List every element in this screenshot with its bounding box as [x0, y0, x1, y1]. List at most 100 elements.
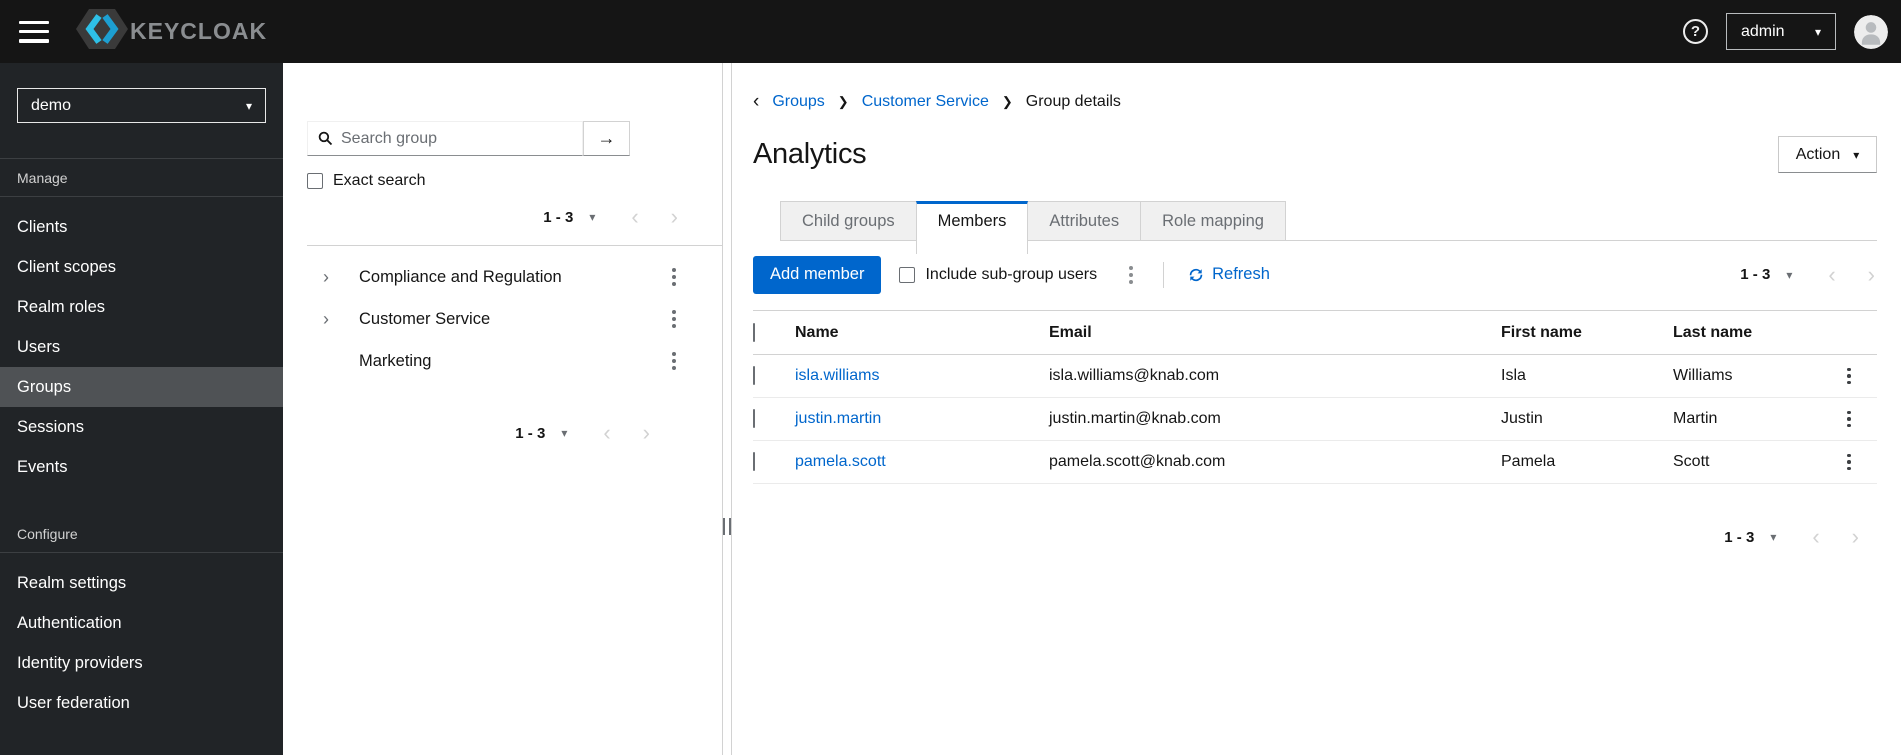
chevron-down-icon: ▾	[1814, 24, 1821, 39]
exact-search-label: Exact search	[333, 172, 426, 189]
sidebar-item-users[interactable]: Users	[0, 327, 283, 367]
pagination-range: 1 - 3	[543, 208, 574, 226]
arrow-right-icon: →	[597, 128, 616, 148]
panel-splitter[interactable]	[723, 63, 731, 755]
user-dropdown[interactable]: admin ▾	[1726, 13, 1836, 50]
previous-page-icon[interactable]: ‹	[1828, 263, 1835, 286]
chevron-down-icon: ▾	[245, 98, 252, 113]
cell-email: pamela.scott@knab.com	[1049, 440, 1501, 484]
realm-name: demo	[31, 96, 72, 114]
next-page-icon[interactable]: ›	[1868, 263, 1875, 286]
group-tree-panel: → Exact search 1 - 3 ▾ ‹ › › Compliance …	[283, 63, 723, 755]
sidebar-item-clients[interactable]: Clients	[0, 207, 283, 247]
sidebar-nav: demo ▾ Manage Clients Client scopes Real…	[0, 63, 283, 755]
row-checkbox[interactable]	[753, 366, 755, 385]
sidebar-item-sessions[interactable]: Sessions	[0, 407, 283, 447]
column-header-last-name: Last name	[1673, 310, 1827, 355]
avatar[interactable]	[1854, 14, 1888, 49]
next-page-icon[interactable]: ›	[643, 422, 650, 444]
action-dropdown-button[interactable]: Action ▾	[1778, 136, 1877, 173]
cell-email: isla.williams@knab.com	[1049, 354, 1501, 398]
sidebar-item-events[interactable]: Events	[0, 447, 283, 487]
expand-chevron-icon[interactable]: ›	[323, 309, 359, 330]
keycloak-logo: KEYCLOAK	[76, 7, 267, 56]
column-header-email: Email	[1049, 310, 1501, 355]
members-pagination-top: 1 - 3 ▾ ‹ ›	[1740, 260, 1877, 290]
breadcrumb: ‹ Groups ❯ Customer Service ❯ Group deta…	[753, 92, 1877, 111]
user-link[interactable]: justin.martin	[795, 410, 881, 427]
pagination-options-toggle-icon[interactable]: ▾	[1770, 531, 1776, 543]
include-subgroup-users-checkbox[interactable]	[899, 266, 916, 283]
group-row-compliance-and-regulation[interactable]: › Compliance and Regulation	[283, 256, 722, 298]
keycloak-logo-icon	[76, 7, 128, 56]
pagination-range: 1 - 3	[1724, 528, 1755, 546]
tab-role-mapping[interactable]: Role mapping	[1140, 201, 1286, 241]
tab-bar: Child groups Members Attributes Role map…	[780, 201, 1877, 254]
row-kebab-menu-icon[interactable]	[1827, 450, 1871, 475]
table-header-row: Name Email First name Last name	[753, 310, 1877, 355]
row-checkbox[interactable]	[753, 409, 755, 428]
divider	[1163, 261, 1165, 288]
row-kebab-menu-icon[interactable]	[1827, 364, 1871, 389]
breadcrumb-groups-link[interactable]: Groups	[772, 93, 824, 111]
next-page-icon[interactable]: ›	[1852, 526, 1859, 548]
table-row: justin.martin justin.martin@knab.com Jus…	[753, 397, 1877, 441]
user-name: admin	[1741, 22, 1785, 40]
tree-pagination-top: 1 - 3 ▾ ‹ ›	[283, 202, 722, 232]
members-pagination-bottom: 1 - 3 ▾ ‹ ›	[753, 522, 1877, 552]
cell-first-name: Justin	[1501, 397, 1673, 441]
realm-selector[interactable]: demo ▾	[17, 88, 266, 123]
column-header-name: Name	[795, 310, 1049, 355]
breadcrumb-separator-icon: ❯	[1001, 93, 1013, 109]
search-group-input[interactable]	[341, 129, 572, 148]
add-member-button[interactable]: Add member	[753, 255, 882, 294]
refresh-button[interactable]: Refresh	[1188, 265, 1270, 284]
kebab-menu-icon[interactable]	[666, 306, 682, 332]
group-row-marketing[interactable]: Marketing	[283, 340, 722, 382]
tab-members[interactable]: Members	[915, 201, 1029, 254]
hamburger-menu-icon[interactable]	[19, 20, 49, 43]
previous-page-icon[interactable]: ‹	[603, 422, 610, 444]
breadcrumb-current: Group details	[1025, 92, 1121, 110]
user-link[interactable]: isla.williams	[795, 367, 879, 384]
table-row: pamela.scott pamela.scott@knab.com Pamel…	[753, 440, 1877, 484]
sidebar-item-realm-roles[interactable]: Realm roles	[0, 287, 283, 327]
cell-last-name: Martin	[1673, 397, 1827, 441]
row-checkbox[interactable]	[753, 452, 755, 471]
breadcrumb-back-icon[interactable]: ‹	[753, 92, 759, 111]
pagination-options-toggle-icon[interactable]: ▾	[561, 427, 567, 439]
kebab-menu-icon[interactable]	[666, 348, 682, 374]
kebab-menu-icon[interactable]	[666, 264, 682, 290]
row-kebab-menu-icon[interactable]	[1827, 407, 1871, 432]
select-all-checkbox[interactable]	[753, 322, 755, 342]
next-page-icon[interactable]: ›	[671, 206, 678, 228]
tab-child-groups[interactable]: Child groups	[780, 201, 917, 241]
sidebar-item-identity-providers[interactable]: Identity providers	[0, 643, 283, 683]
main-content: ‹ Groups ❯ Customer Service ❯ Group deta…	[731, 63, 1901, 755]
sidebar-item-authentication[interactable]: Authentication	[0, 603, 283, 643]
search-submit-button[interactable]: →	[583, 121, 630, 156]
splitter-grip-icon[interactable]	[723, 518, 731, 535]
sidebar-item-client-scopes[interactable]: Client scopes	[0, 247, 283, 287]
help-icon[interactable]: ?	[1683, 19, 1708, 44]
sidebar-item-groups[interactable]: Groups	[0, 367, 283, 407]
user-link[interactable]: pamela.scott	[795, 453, 886, 470]
kebab-menu-icon[interactable]	[1123, 262, 1139, 288]
previous-page-icon[interactable]: ‹	[631, 206, 638, 228]
sidebar-item-user-federation[interactable]: User federation	[0, 683, 283, 723]
breadcrumb-separator-icon: ❯	[837, 93, 849, 109]
exact-search-checkbox[interactable]	[307, 173, 323, 189]
breadcrumb-customer-service-link[interactable]: Customer Service	[862, 93, 989, 111]
previous-page-icon[interactable]: ‹	[1812, 526, 1819, 548]
brand-text: KEYCLOAK	[130, 18, 268, 44]
search-icon	[318, 131, 333, 146]
pagination-options-toggle-icon[interactable]: ▾	[589, 211, 595, 223]
tab-attributes[interactable]: Attributes	[1027, 201, 1142, 241]
pagination-options-toggle-icon[interactable]: ▾	[1786, 269, 1792, 281]
group-row-customer-service[interactable]: › Customer Service	[283, 298, 722, 340]
chevron-down-icon: ▾	[1853, 147, 1860, 162]
sidebar-item-realm-settings[interactable]: Realm settings	[0, 563, 283, 603]
column-header-first-name: First name	[1501, 310, 1673, 355]
expand-chevron-icon[interactable]: ›	[323, 267, 359, 288]
nav-section-configure: Configure	[0, 515, 283, 553]
